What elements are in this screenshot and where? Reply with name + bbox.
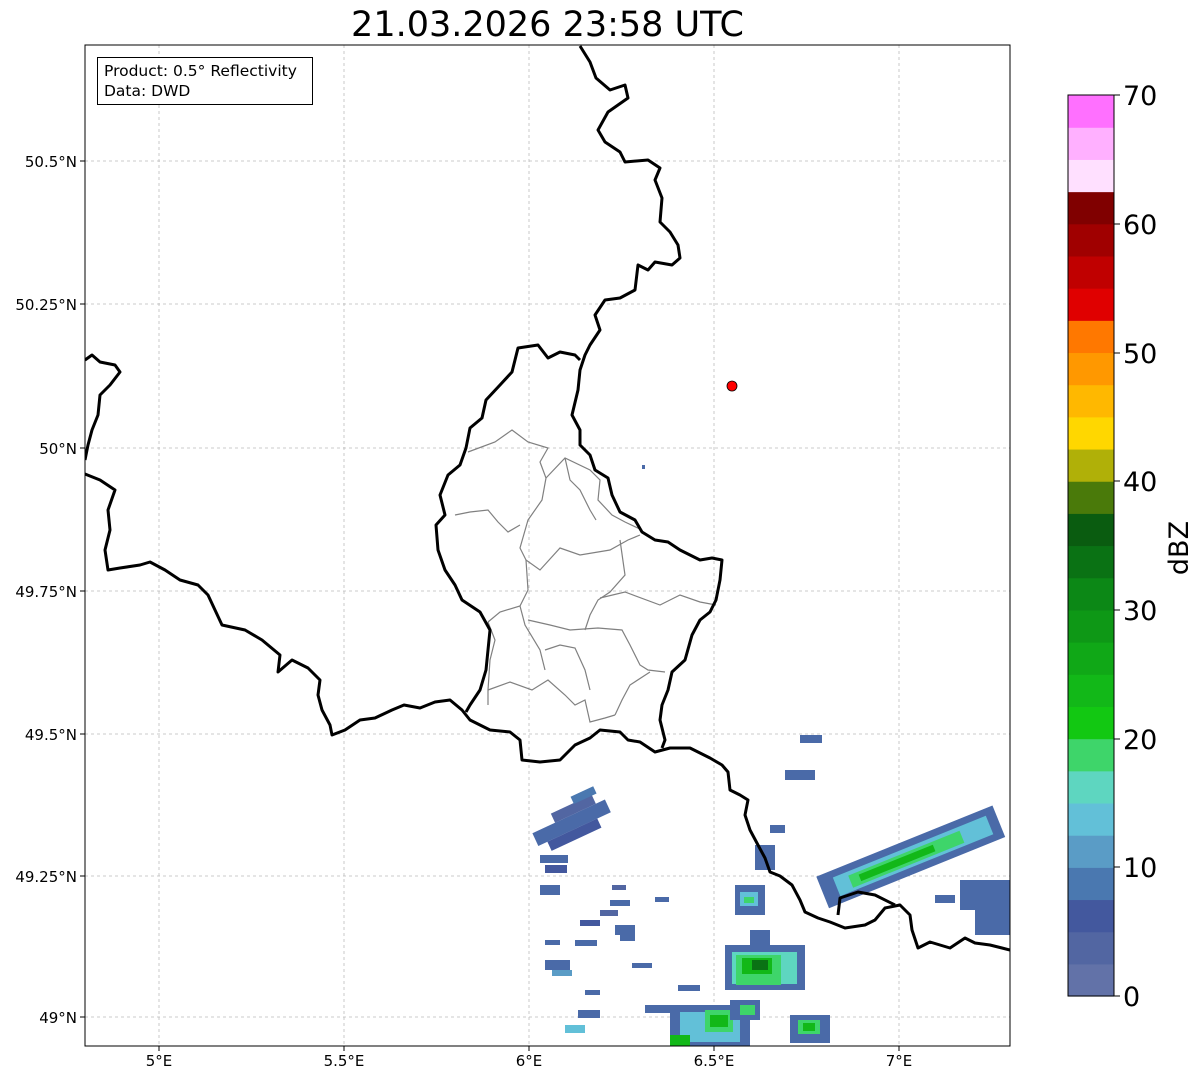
colorbar-segment <box>1068 867 1114 901</box>
colorbar-segment <box>1068 513 1114 547</box>
colorbar-segment <box>1068 770 1114 804</box>
colorbar-segment <box>1068 577 1114 611</box>
colorbar-ticks: 0 10 20 30 40 50 60 70 <box>1114 81 1157 1013</box>
colorbar-segment <box>1068 320 1114 354</box>
colorbar-segment <box>1068 738 1114 772</box>
colorbar-segment <box>1068 642 1114 675</box>
colorbar-segment <box>1068 255 1114 289</box>
colorbar-tick-label: 70 <box>1123 81 1157 112</box>
colorbar-segment <box>1068 481 1114 514</box>
colorbar-segment <box>1068 545 1114 579</box>
colorbar-segment <box>1068 706 1114 740</box>
colorbar-segment <box>1068 963 1114 997</box>
colorbar-tick-label: 40 <box>1123 467 1157 498</box>
colorbar-segment <box>1068 191 1114 225</box>
colorbar-tick-label: 50 <box>1123 339 1157 370</box>
colorbar-segment <box>1068 95 1114 128</box>
colorbar-tick-label: 30 <box>1123 596 1157 627</box>
colorbar-segment <box>1068 835 1114 868</box>
colorbar-segment <box>1068 159 1114 193</box>
colorbar-segment <box>1068 416 1114 450</box>
colorbar-segment <box>1068 127 1114 160</box>
colorbar: 0 10 20 30 40 50 60 70 dBZ <box>1067 81 1195 1013</box>
colorbar-tick-label: 60 <box>1123 210 1157 241</box>
colorbar-tick-label: 0 <box>1123 982 1140 1013</box>
colorbar-segment <box>1068 802 1114 836</box>
colorbar-segment <box>1068 674 1114 707</box>
colorbar-label: dBZ <box>1164 521 1195 575</box>
colorbar-segment <box>1068 448 1114 482</box>
colorbar-segments <box>1068 95 1114 997</box>
colorbar-segment <box>1068 931 1114 965</box>
colorbar-tick-label: 10 <box>1123 853 1157 884</box>
colorbar-segment <box>1068 609 1114 643</box>
colorbar-segment <box>1068 223 1114 257</box>
colorbar-tick-label: 20 <box>1123 725 1157 756</box>
colorbar-segment <box>1068 384 1114 418</box>
colorbar-segment <box>1068 899 1114 933</box>
colorbar-segment <box>1068 352 1114 386</box>
colorbar-segment <box>1068 288 1114 321</box>
